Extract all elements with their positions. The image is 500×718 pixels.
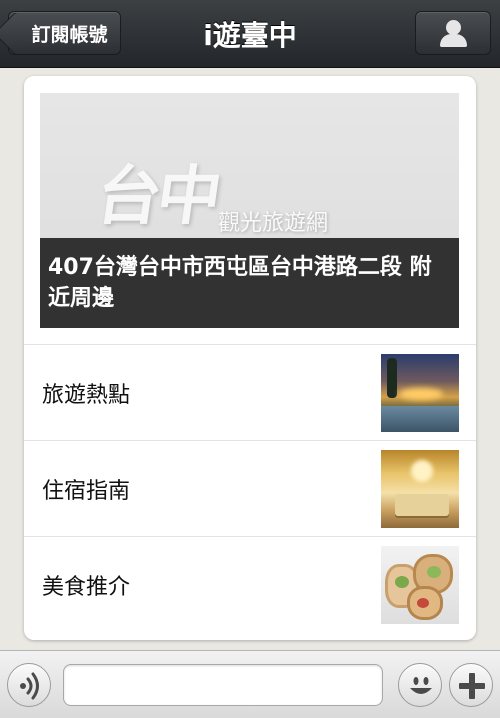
article-card: 台中 觀光旅遊網 407台灣台中市西屯區台中港路二段 附近周邊 旅遊熱點 住宿指… <box>24 76 476 640</box>
food-wraps-image <box>381 546 459 624</box>
page-title: i遊臺中 <box>203 19 297 52</box>
resort-pool-night-image <box>381 354 459 432</box>
cover-logo: 台中 <box>91 159 223 234</box>
list-item-label: 住宿指南 <box>42 479 131 504</box>
hotel-room-image <box>381 450 459 528</box>
message-input[interactable] <box>63 664 383 706</box>
top-nav-bar: 訂閱帳號 i遊臺中 <box>0 0 500 68</box>
voice-input-button[interactable] <box>7 663 51 707</box>
list-item-label: 旅遊熱點 <box>42 383 131 408</box>
message-composer-bar <box>0 650 500 718</box>
list-item-accommodation-guide[interactable]: 住宿指南 <box>24 440 476 536</box>
more-options-button[interactable] <box>449 663 493 707</box>
article-cover[interactable]: 台中 觀光旅遊網 407台灣台中市西屯區台中港路二段 附近周邊 <box>40 93 459 328</box>
list-item-food-recommendations[interactable]: 美食推介 <box>24 536 476 632</box>
list-item-travel-hotspots[interactable]: 旅遊熱點 <box>24 344 476 440</box>
cover-caption: 407台灣台中市西屯區台中港路二段 附近周邊 <box>40 238 459 328</box>
list-item-label: 美食推介 <box>42 575 131 600</box>
voice-wave-icon <box>20 672 39 700</box>
emoji-button[interactable] <box>398 663 442 707</box>
subscribe-account-back-button[interactable]: 訂閱帳號 <box>8 11 121 55</box>
cover-logo-subtitle: 觀光旅遊網 <box>218 211 329 236</box>
smiley-icon <box>410 677 432 694</box>
back-button-label: 訂閱帳號 <box>31 23 108 46</box>
profile-button[interactable] <box>415 11 491 55</box>
plus-icon <box>459 673 485 699</box>
